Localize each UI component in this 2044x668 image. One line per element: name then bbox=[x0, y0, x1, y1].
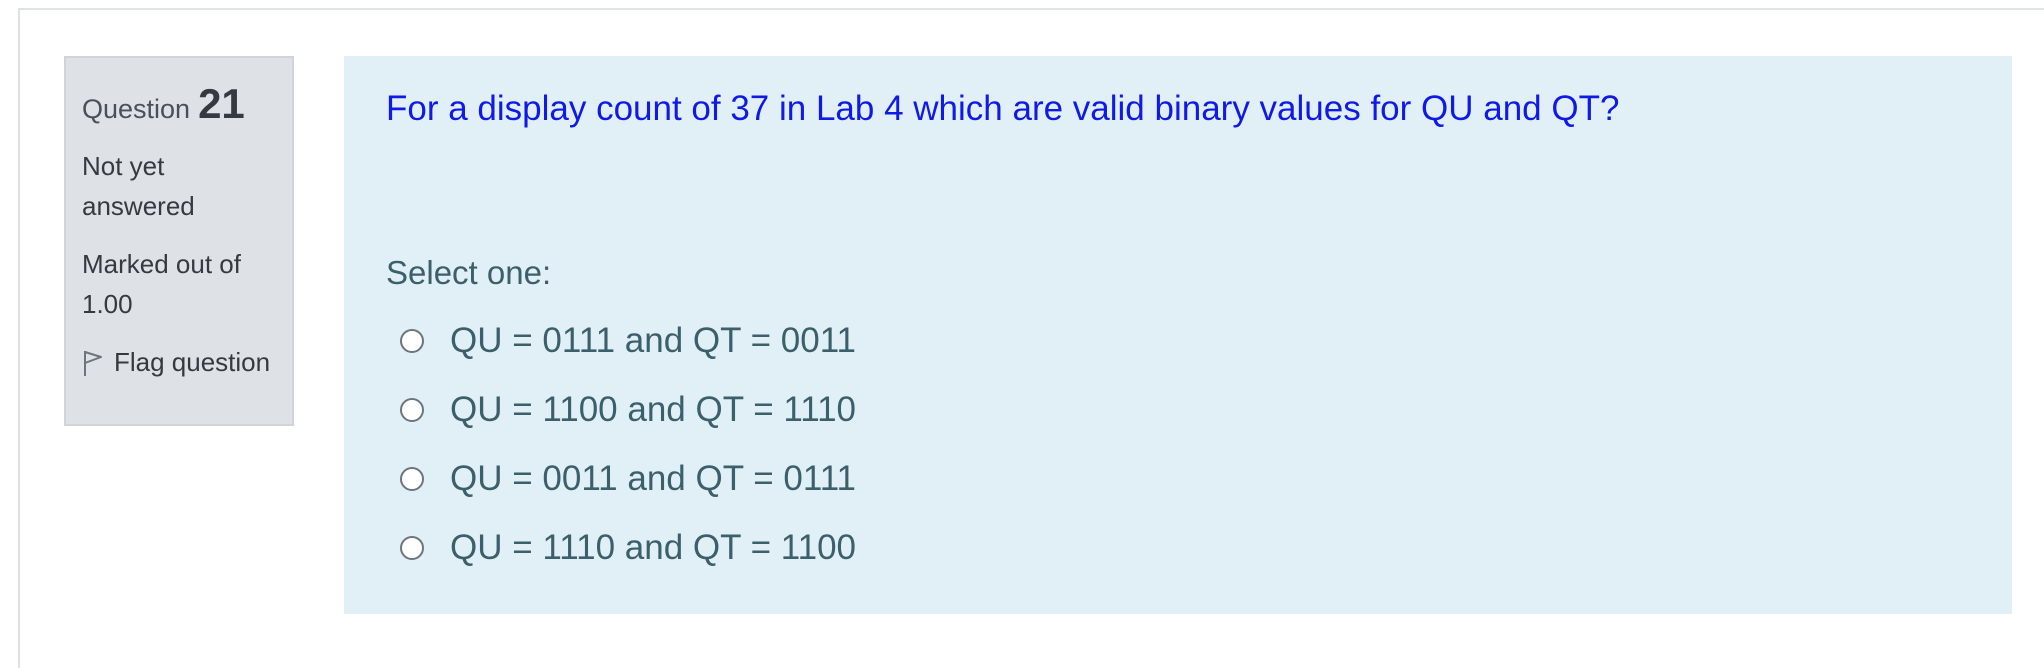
radio-button[interactable] bbox=[400, 535, 424, 560]
flag-question-link[interactable]: Flag question bbox=[82, 342, 276, 382]
answer-label: QU = 0111 and QT = 0011 bbox=[450, 320, 857, 360]
question-info-panel: Question 21 Not yet answered Marked out … bbox=[64, 56, 294, 426]
question-content: For a display count of 37 in Lab 4 which… bbox=[344, 56, 2012, 614]
flag-outline-icon bbox=[84, 351, 102, 376]
flag-question-label: Flag question bbox=[114, 347, 271, 377]
question-state: Not yet answered bbox=[82, 151, 195, 221]
answer-label: QU = 0011 and QT = 0111 bbox=[450, 458, 857, 498]
select-one-prompt: Select one: bbox=[386, 254, 552, 291]
answer-option-1[interactable]: QU = 0111 and QT = 0011 bbox=[400, 306, 856, 375]
radio-button[interactable] bbox=[400, 328, 424, 353]
radio-button[interactable] bbox=[400, 466, 424, 491]
question-label: Question bbox=[82, 94, 191, 124]
answer-option-2[interactable]: QU = 1100 and QT = 1110 bbox=[400, 375, 856, 444]
question-number: Question 21 bbox=[82, 80, 276, 128]
question-number-value: 21 bbox=[198, 80, 245, 127]
question-text: For a display count of 37 in Lab 4 which… bbox=[386, 89, 1620, 128]
answer-option-3[interactable]: QU = 0011 and QT = 0111 bbox=[400, 444, 856, 513]
radio-button[interactable] bbox=[400, 397, 424, 422]
answer-label: QU = 1100 and QT = 1110 bbox=[450, 389, 857, 429]
answer-label: QU = 1110 and QT = 1100 bbox=[450, 527, 857, 567]
answer-list: QU = 0111 and QT = 0011 QU = 1100 and QT… bbox=[400, 306, 856, 582]
question-grade: Marked out of 1.00 bbox=[82, 249, 241, 319]
answer-option-4[interactable]: QU = 1110 and QT = 1100 bbox=[400, 513, 856, 582]
